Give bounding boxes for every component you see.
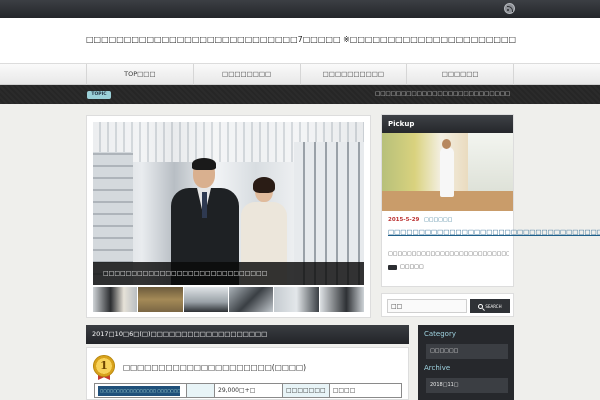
search-icon bbox=[478, 303, 484, 309]
pickup-more-link[interactable]: □□□□□ bbox=[388, 264, 424, 270]
pickup-excerpt: □□□□□□□□□□□□□□□□□□□□□□□□□□□□□□□□□□□□… bbox=[388, 251, 509, 257]
search-widget: SEARCH bbox=[381, 293, 514, 317]
topic-badge: TOPIC bbox=[87, 91, 111, 99]
archive-item[interactable]: 2018□11□ bbox=[426, 378, 508, 393]
value-cell: □□□□ bbox=[328, 383, 403, 398]
pickup-more-label: □□□□□ bbox=[400, 264, 424, 270]
slide-image[interactable] bbox=[93, 122, 364, 285]
category-archive-widget: Category □□□□□□ Archive 2018□11□ bbox=[418, 325, 514, 400]
search-button[interactable]: SEARCH bbox=[470, 299, 510, 313]
archive-heading: Archive bbox=[424, 364, 451, 372]
pickup-date: 2015-5-29 bbox=[388, 217, 420, 223]
slider-thumb[interactable] bbox=[138, 287, 183, 312]
post-list-heading: 2017□10□6□(□)□□□□□□□□□□□□□□□□□□□ bbox=[86, 325, 409, 344]
topic-ticker: TOPIC □□□□□□□□□□□□□□□□□□□□□□□□□□ bbox=[0, 85, 600, 104]
slider-thumb[interactable] bbox=[228, 287, 274, 312]
ticker-link[interactable]: □□□□□□□□□□□□□□□□□□□□□□□□□□ bbox=[375, 91, 510, 97]
slide-caption[interactable]: □□□□□□□□□□□□□□□□□□□□□□□□□□□□□ bbox=[93, 262, 364, 285]
post-thumbnail[interactable]: □□□□□□□□□□□□□□□□□ □□□□□□□□□ bbox=[98, 385, 180, 396]
rss-icon[interactable] bbox=[504, 3, 515, 14]
slider-thumbnails bbox=[93, 287, 364, 312]
site-header: □□□□□□□□□□□□□□□□□□□□□□□□□□□□7□□□□□ ※□□□□… bbox=[0, 18, 600, 63]
nav-item-3[interactable]: □□□□□□□□□□ bbox=[299, 64, 407, 85]
pickup-category[interactable]: □□□□□□ bbox=[424, 217, 452, 223]
global-nav: TOP□□□ □□□□□□□□ □□□□□□□□□□ □□□□□□ bbox=[0, 63, 600, 85]
featured-slider: □□□□□□□□□□□□□□□□□□□□□□□□□□□□□ bbox=[86, 115, 371, 318]
slider-thumb[interactable] bbox=[274, 287, 319, 312]
pickup-title-link[interactable]: □□□□□□□□□□□□□□□□□□□□□□□□□□□□□□□□□□□ bbox=[388, 228, 600, 237]
slider-thumb[interactable] bbox=[319, 287, 364, 312]
price-cell: 29,000□+□ bbox=[214, 383, 283, 398]
category-heading: Category bbox=[424, 330, 456, 338]
nav-item-2[interactable]: □□□□□□□□ bbox=[192, 64, 300, 85]
table-cell bbox=[186, 383, 215, 398]
search-input[interactable] bbox=[387, 299, 467, 313]
category-item[interactable]: □□□□□□ bbox=[426, 344, 508, 359]
slider-thumb[interactable] bbox=[183, 287, 228, 312]
medal-icon: 1 bbox=[93, 355, 117, 380]
search-button-label: SEARCH bbox=[485, 303, 502, 309]
site-title[interactable]: □□□□□□□□□□□□□□□□□□□□□□□□□□□□7□□□□□ ※□□□□… bbox=[86, 35, 516, 44]
arrow-icon bbox=[388, 264, 397, 270]
spec-table: □□□□□□□□□□□□□□□□□ □□□□□□□□□ 29,000□+□ □□… bbox=[94, 383, 403, 398]
pickup-image[interactable] bbox=[382, 133, 513, 211]
pickup-heading: Pickup bbox=[382, 115, 513, 133]
rank-number: 1 bbox=[93, 355, 115, 377]
label-cell: □□□□□□□ bbox=[282, 383, 330, 398]
slider-thumb[interactable] bbox=[93, 287, 138, 312]
nav-item-top[interactable]: TOP□□□ bbox=[86, 64, 193, 85]
post-card: 1 □□□□□□□□□□□□□□□□□□□□□(□□□□) □□□□□□□□□□… bbox=[86, 347, 409, 400]
nav-item-4[interactable]: □□□□□□ bbox=[406, 64, 514, 85]
post-title[interactable]: □□□□□□□□□□□□□□□□□□□□□(□□□□) bbox=[123, 363, 306, 372]
pickup-widget: Pickup 2015-5-29 □□□□□□ □□□□□□□□□□□□□□□□… bbox=[381, 114, 600, 287]
top-bar bbox=[0, 0, 600, 18]
table-cell[interactable]: □□□□□□□□□□□□□□□□□ □□□□□□□□□ bbox=[94, 383, 187, 398]
